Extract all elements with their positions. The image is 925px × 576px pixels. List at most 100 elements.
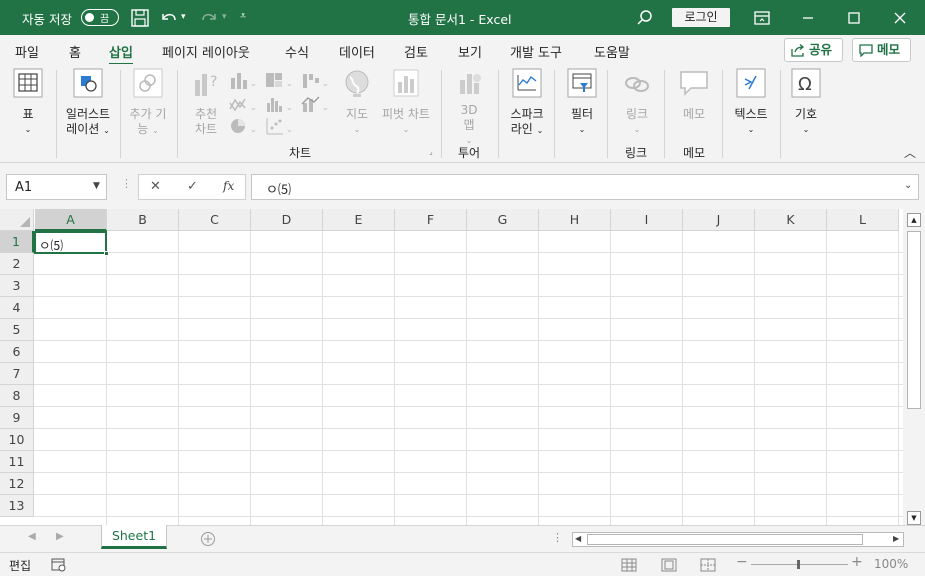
- column-header-e[interactable]: E: [323, 209, 395, 231]
- scroll-up-icon[interactable]: ▲: [907, 213, 921, 227]
- hierarchy-chart-icon[interactable]: ⌄: [264, 70, 294, 90]
- statistic-chart-icon[interactable]: ⌄: [264, 94, 294, 114]
- tab-view[interactable]: 보기: [458, 42, 482, 61]
- tab-help[interactable]: 도움말: [594, 42, 630, 61]
- scatter-chart-icon[interactable]: ⌄: [264, 116, 294, 136]
- sheet-tab-sheet1[interactable]: Sheet1: [101, 525, 167, 549]
- tab-split-grip-icon[interactable]: ⋮: [552, 531, 563, 544]
- ribbon-display-icon[interactable]: [751, 7, 773, 29]
- column-header-a[interactable]: A: [35, 209, 107, 231]
- autosave-toggle[interactable]: 끔: [81, 9, 119, 26]
- column-header-k[interactable]: K: [755, 209, 827, 231]
- scroll-down-icon[interactable]: ▼: [907, 511, 921, 525]
- column-header-f[interactable]: F: [395, 209, 467, 231]
- expand-formula-icon[interactable]: ⌄: [904, 180, 912, 191]
- name-box[interactable]: A1 ▼: [6, 174, 107, 200]
- 3d-map-button[interactable]: 3D 맵 ⌄: [449, 68, 489, 148]
- customize-toolbar-icon[interactable]: ⩡: [240, 9, 246, 23]
- fill-handle[interactable]: [104, 251, 109, 256]
- redo-icon[interactable]: [198, 7, 220, 29]
- row-header-2[interactable]: 2: [0, 253, 34, 275]
- pie-chart-icon[interactable]: ⌄: [228, 116, 258, 136]
- select-all-button[interactable]: [0, 209, 34, 231]
- line-chart-icon[interactable]: ⌄: [228, 94, 258, 114]
- prev-sheet-icon[interactable]: ◀: [28, 531, 36, 542]
- column-header-b[interactable]: B: [107, 209, 179, 231]
- row-header-10[interactable]: 10: [0, 429, 34, 451]
- tab-home[interactable]: 홈: [69, 42, 81, 61]
- redo-dropdown-icon[interactable]: ▾: [222, 12, 227, 22]
- row-header-7[interactable]: 7: [0, 363, 34, 385]
- page-layout-view-icon[interactable]: [661, 558, 677, 572]
- recommended-charts-button[interactable]: ? 추천 차트: [186, 68, 226, 137]
- column-header-h[interactable]: H: [539, 209, 611, 231]
- normal-view-icon[interactable]: [621, 558, 637, 572]
- page-break-view-icon[interactable]: [700, 558, 716, 572]
- minimize-icon[interactable]: [797, 7, 819, 29]
- tab-review[interactable]: 검토: [404, 42, 428, 61]
- comments-button[interactable]: 메모: [852, 38, 911, 62]
- table-button[interactable]: 표 ⌄: [8, 68, 48, 137]
- tab-file[interactable]: 파일: [15, 42, 39, 61]
- column-header-j[interactable]: J: [683, 209, 755, 231]
- insert-function-icon[interactable]: fx: [223, 179, 234, 193]
- tab-data[interactable]: 데이터: [339, 42, 375, 61]
- formula-input[interactable]: ㅇ⑸ ⌄: [251, 174, 919, 200]
- addins-button[interactable]: 추가 기 능 ⌄: [124, 68, 172, 138]
- horizontal-scroll-thumb[interactable]: [587, 534, 863, 545]
- row-header-6[interactable]: 6: [0, 341, 34, 363]
- undo-dropdown-icon[interactable]: ▾: [181, 12, 186, 22]
- row-header-8[interactable]: 8: [0, 385, 34, 407]
- row-header-9[interactable]: 9: [0, 407, 34, 429]
- column-header-i[interactable]: I: [611, 209, 683, 231]
- save-icon[interactable]: [129, 7, 151, 29]
- sparklines-button[interactable]: 스파크 라인 ⌄: [503, 68, 551, 138]
- maximize-icon[interactable]: [843, 7, 865, 29]
- enter-icon[interactable]: ✓: [187, 179, 198, 194]
- next-sheet-icon[interactable]: ▶: [56, 531, 64, 542]
- share-button[interactable]: 공유: [784, 38, 843, 62]
- column-header-c[interactable]: C: [179, 209, 251, 231]
- vertical-scroll-thumb[interactable]: [907, 231, 921, 409]
- row-header-4[interactable]: 4: [0, 297, 34, 319]
- text-button[interactable]: 텍스트 ⌄: [729, 68, 773, 137]
- column-header-g[interactable]: G: [467, 209, 539, 231]
- tab-insert[interactable]: 삽입: [109, 42, 133, 66]
- tab-formulas[interactable]: 수식: [285, 42, 309, 61]
- row-header-1[interactable]: 1: [0, 231, 34, 253]
- vertical-scrollbar[interactable]: ▲ ▼: [903, 209, 925, 525]
- column-chart-icon[interactable]: ⌄: [228, 70, 258, 90]
- illustrations-button[interactable]: 일러스트 레이션 ⌄: [60, 68, 116, 138]
- login-button[interactable]: 로그인: [672, 8, 730, 27]
- zoom-out-icon[interactable]: −: [736, 554, 748, 570]
- undo-icon[interactable]: [158, 7, 180, 29]
- worksheet-grid[interactable]: ABCDEFGHIJKL 1 2 3 4 5 6 7 8 9 10 11 12 13 ㅇ⑸: [0, 209, 903, 525]
- scroll-right-icon[interactable]: ▶: [893, 534, 899, 543]
- horizontal-scrollbar[interactable]: ◀ ▶: [572, 532, 904, 547]
- column-header-d[interactable]: D: [251, 209, 323, 231]
- pivot-chart-button[interactable]: 피벗 차트 ⌄: [378, 68, 434, 137]
- row-header-5[interactable]: 5: [0, 319, 34, 341]
- combo-chart-icon[interactable]: ⌄: [300, 94, 330, 114]
- scroll-left-icon[interactable]: ◀: [575, 534, 581, 543]
- tab-developer[interactable]: 개발 도구: [510, 42, 562, 61]
- active-cell-a1[interactable]: [34, 231, 109, 256]
- zoom-in-icon[interactable]: +: [851, 554, 863, 570]
- charts-dialog-launcher-icon[interactable]: ⌟: [429, 147, 433, 156]
- zoom-slider-thumb[interactable]: [797, 560, 800, 569]
- waterfall-chart-icon[interactable]: ⌄: [300, 70, 330, 90]
- column-header-l[interactable]: L: [827, 209, 899, 231]
- row-header-13[interactable]: 13: [0, 495, 34, 517]
- zoom-level[interactable]: 100%: [874, 557, 908, 571]
- cancel-icon[interactable]: ✕: [150, 179, 161, 194]
- row-header-12[interactable]: 12: [0, 473, 34, 495]
- row-header-11[interactable]: 11: [0, 451, 34, 473]
- maps-button[interactable]: 지도 ⌄: [340, 68, 374, 137]
- row-header-3[interactable]: 3: [0, 275, 34, 297]
- tab-page-layout[interactable]: 페이지 레이아웃: [162, 42, 250, 61]
- collapse-ribbon-icon[interactable]: ︿: [904, 144, 916, 161]
- search-icon[interactable]: [634, 7, 656, 29]
- link-button[interactable]: 링크 ⌄: [617, 68, 657, 137]
- name-box-dropdown-icon[interactable]: ▼: [93, 181, 100, 191]
- close-icon[interactable]: [889, 7, 911, 29]
